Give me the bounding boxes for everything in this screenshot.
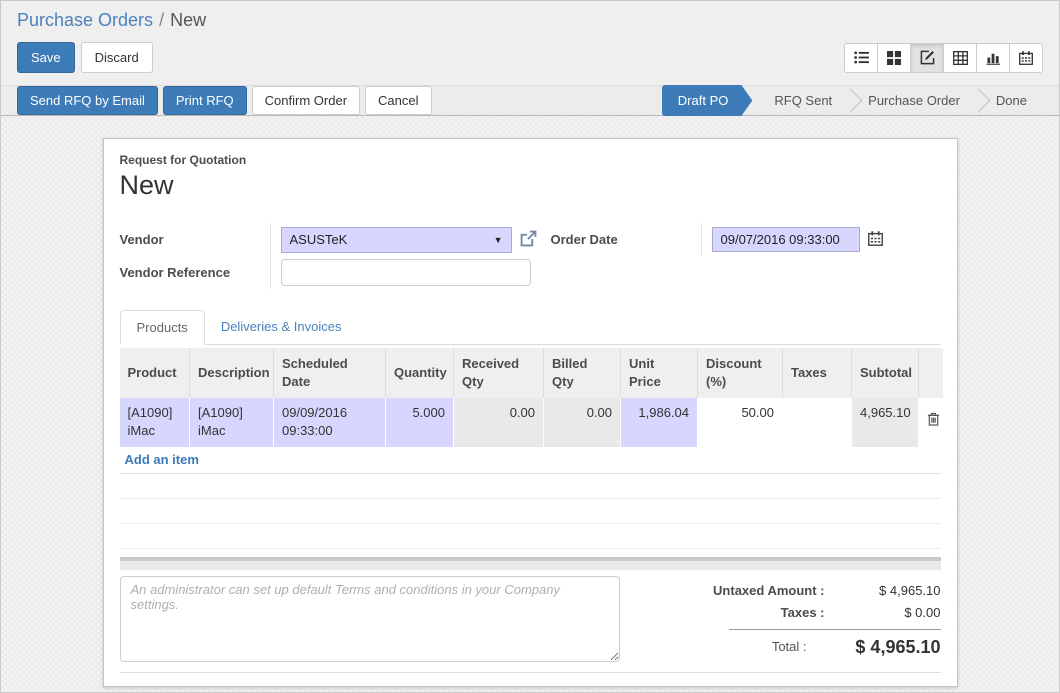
delete-line-button[interactable] xyxy=(919,398,943,447)
cell-quantity[interactable]: 5.000 xyxy=(386,398,454,447)
pivot-table-icon xyxy=(953,51,968,65)
cell-received-qty: 0.00 xyxy=(454,398,544,447)
col-delete xyxy=(919,348,943,398)
pivot-view-button[interactable] xyxy=(943,43,977,73)
col-billed-qty: Billed Qty xyxy=(544,348,621,398)
totals-divider xyxy=(729,629,941,630)
breadcrumb-separator: / xyxy=(159,10,164,30)
sheet-subtitle: Request for Quotation xyxy=(120,153,941,167)
form-view-button[interactable] xyxy=(910,43,944,73)
breadcrumb: Purchase Orders / New xyxy=(1,1,1059,31)
sheet-bottom-separator xyxy=(120,672,941,678)
order-date-label: Order Date xyxy=(551,223,701,256)
total-value: $ 4,965.10 xyxy=(831,636,941,658)
cell-description[interactable]: [A1090] iMac xyxy=(190,398,274,447)
status-step-rfq-sent[interactable]: RFQ Sent xyxy=(756,85,850,116)
col-unit-price: Unit Price xyxy=(621,348,698,398)
vendor-reference-label: Vendor Reference xyxy=(120,256,270,289)
discard-button[interactable]: Discard xyxy=(81,42,153,73)
empty-line xyxy=(120,499,941,524)
col-description: Description xyxy=(190,348,274,398)
vendor-select[interactable]: ASUSTeK ▼ xyxy=(281,227,512,253)
cell-billed-qty: 0.00 xyxy=(544,398,621,447)
chevron-down-icon: ▼ xyxy=(494,235,503,245)
cell-scheduled-date[interactable]: 09/09/2016 09:33:00 xyxy=(274,398,386,447)
tab-deliveries-invoices[interactable]: Deliveries & Invoices xyxy=(205,310,358,344)
cell-discount[interactable]: 50.00 xyxy=(698,398,783,447)
taxes-label: Taxes : xyxy=(629,602,849,624)
save-button[interactable]: Save xyxy=(17,42,75,73)
col-taxes: Taxes xyxy=(783,348,852,398)
trash-icon xyxy=(927,414,940,429)
taxes-value: $ 0.00 xyxy=(849,602,941,624)
sheet-footer: Untaxed Amount : $ 4,965.10 Taxes : $ 0.… xyxy=(120,576,941,662)
tab-products[interactable]: Products xyxy=(120,310,205,345)
totals-block: Untaxed Amount : $ 4,965.10 Taxes : $ 0.… xyxy=(629,576,941,662)
untaxed-amount-value: $ 4,965.10 xyxy=(849,580,941,602)
cancel-button[interactable]: Cancel xyxy=(365,86,431,115)
list-icon xyxy=(854,51,869,64)
date-picker-button[interactable] xyxy=(868,231,883,249)
col-product: Product xyxy=(120,348,190,398)
calendar-icon xyxy=(1019,51,1033,65)
col-received-qty: Received Qty xyxy=(454,348,544,398)
send-rfq-button[interactable]: Send RFQ by Email xyxy=(17,86,158,115)
col-subtotal: Subtotal xyxy=(852,348,919,398)
cell-unit-price[interactable]: 1,986.04 xyxy=(621,398,698,447)
toolbar: Save Discard xyxy=(1,31,1059,85)
kanban-view-button[interactable] xyxy=(877,43,911,73)
horizontal-scrollbar-track[interactable] xyxy=(120,561,941,570)
cell-product[interactable]: [A1090] iMac xyxy=(120,398,190,447)
col-quantity: Quantity xyxy=(386,348,454,398)
terms-and-conditions-textarea[interactable] xyxy=(120,576,620,662)
order-lines-table: Product Description Scheduled Date Quant… xyxy=(120,348,944,447)
statusbar: Send RFQ by Email Print RFQ Confirm Orde… xyxy=(1,85,1059,116)
add-an-item-link[interactable]: Add an item xyxy=(125,452,199,467)
print-rfq-button[interactable]: Print RFQ xyxy=(163,86,247,115)
kanban-icon xyxy=(887,51,901,65)
cell-taxes[interactable] xyxy=(783,398,852,447)
form-sheet: Request for Quotation New Vendor ASUSTeK… xyxy=(103,138,958,687)
record-title: New xyxy=(120,170,941,201)
empty-line xyxy=(120,524,941,549)
breadcrumb-current: New xyxy=(170,10,206,30)
status-step-draft-po[interactable]: Draft PO xyxy=(662,85,753,116)
status-steps: Draft PO RFQ Sent Purchase Order Done xyxy=(662,85,1059,116)
form-background: Request for Quotation New Vendor ASUSTeK… xyxy=(1,116,1059,692)
col-scheduled-date: Scheduled Date xyxy=(274,348,386,398)
order-date-input[interactable] xyxy=(712,227,860,252)
status-step-done[interactable]: Done xyxy=(978,85,1045,116)
untaxed-amount-label: Untaxed Amount : xyxy=(629,580,849,602)
calendar-view-button[interactable] xyxy=(1009,43,1043,73)
col-discount: Discount (%) xyxy=(698,348,783,398)
cell-subtotal: 4,965.10 xyxy=(852,398,919,447)
order-line-row[interactable]: [A1090] iMac [A1090] iMac 09/09/2016 09:… xyxy=(120,398,943,447)
vendor-open-record-button[interactable] xyxy=(520,230,537,250)
add-item-row: Add an item xyxy=(120,447,941,474)
view-switcher xyxy=(844,43,1043,73)
field-groups: Vendor ASUSTeK ▼ Vendor Reference xyxy=(120,223,941,289)
status-step-purchase-order[interactable]: Purchase Order xyxy=(850,85,978,116)
list-view-button[interactable] xyxy=(844,43,878,73)
vendor-reference-input[interactable] xyxy=(281,259,531,286)
empty-line xyxy=(120,474,941,499)
calendar-icon xyxy=(868,231,883,249)
total-label: Total : xyxy=(629,636,831,658)
graph-view-button[interactable] xyxy=(976,43,1010,73)
table-header-row: Product Description Scheduled Date Quant… xyxy=(120,348,943,398)
breadcrumb-parent-link[interactable]: Purchase Orders xyxy=(17,10,153,30)
bar-chart-icon xyxy=(986,51,1001,65)
vendor-value: ASUSTeK xyxy=(290,232,348,247)
edit-form-icon xyxy=(920,50,935,65)
external-link-icon xyxy=(520,230,537,250)
notebook-tabs: Products Deliveries & Invoices xyxy=(120,310,941,345)
vendor-label: Vendor xyxy=(120,223,270,256)
confirm-order-button[interactable]: Confirm Order xyxy=(252,86,360,115)
